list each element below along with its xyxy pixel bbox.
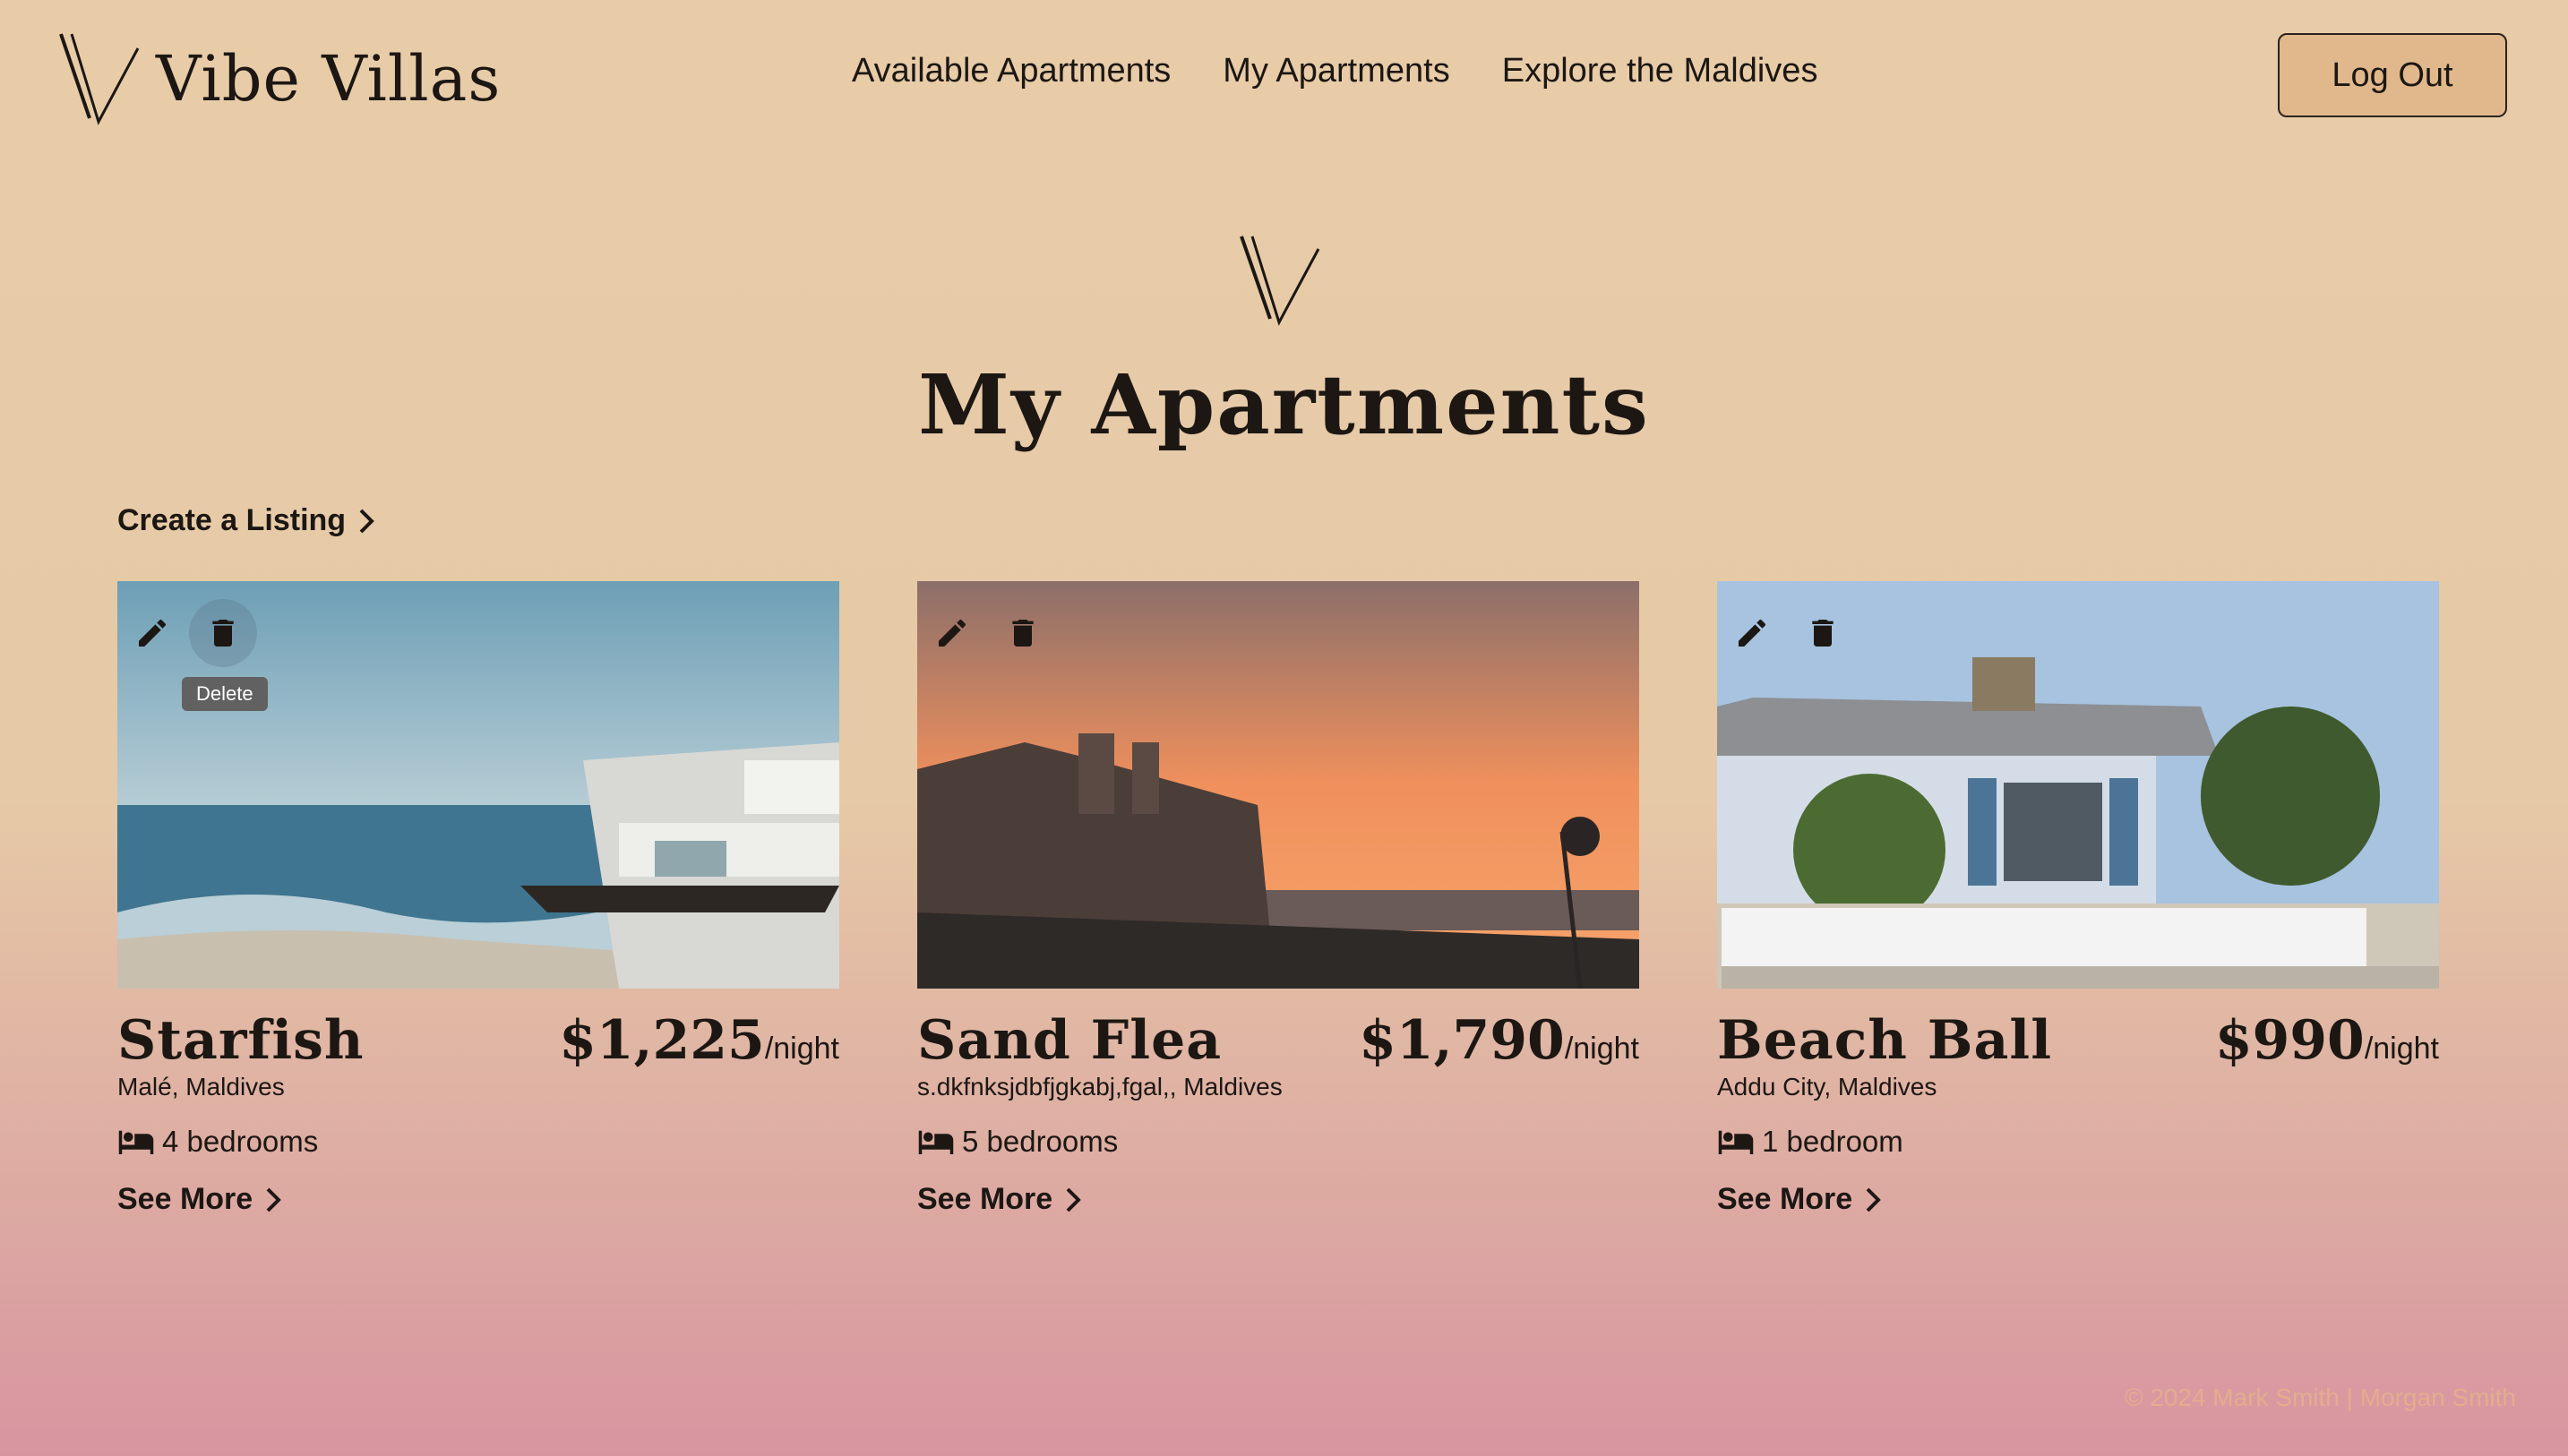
delete-tooltip: Delete: [182, 677, 268, 711]
see-more-link[interactable]: See More: [1717, 1182, 2439, 1217]
trash-icon: [212, 620, 234, 647]
listing-location: s.dkfnksjdbfjgkabj,fgal,, Maldives: [917, 1073, 1283, 1101]
edit-listing-button[interactable]: [918, 599, 986, 667]
main-nav: Available Apartments My Apartments Explo…: [852, 52, 1817, 90]
listing-bedrooms: 4 bedrooms: [117, 1125, 839, 1159]
bedrooms-label: 1 bedroom: [1762, 1125, 1903, 1158]
nav-available-apartments[interactable]: Available Apartments: [852, 52, 1171, 90]
listing-location: Addu City, Maldives: [1717, 1073, 1937, 1101]
nav-explore-maldives[interactable]: Explore the Maldives: [1502, 52, 1818, 90]
pencil-icon: [939, 619, 966, 647]
chevron-right-icon: [266, 1187, 282, 1212]
logout-button[interactable]: Log Out: [2278, 33, 2507, 117]
vv-logo-icon: [59, 33, 140, 125]
price-unit: /night: [1564, 1032, 1639, 1066]
see-more-label: See More: [917, 1182, 1053, 1216]
create-listing-label: Create a Listing: [117, 503, 347, 537]
price-amount: $990: [2214, 1009, 2365, 1072]
listing-bedrooms: 1 bedroom: [1717, 1125, 2439, 1159]
edit-listing-button[interactable]: [1718, 599, 1786, 667]
vv-hero-logo-icon: [1240, 236, 1320, 326]
bedrooms-label: 5 bedrooms: [962, 1125, 1119, 1158]
listing-price: $990 /night: [2215, 1014, 2439, 1067]
chevron-right-icon: [1066, 1187, 1082, 1212]
listing-name: Beach Ball: [1717, 1009, 2052, 1072]
brand-name: Vibe Villas: [156, 42, 502, 116]
listing-card: Sand Flea $1,790 /night s.dkfnksjdbfjgka…: [917, 581, 1639, 1217]
listing-price: $1,225 /night: [559, 1014, 839, 1067]
edit-listing-button[interactable]: [118, 599, 186, 667]
listing-photo[interactable]: [1717, 581, 2439, 989]
bedrooms-label: 4 bedrooms: [162, 1125, 319, 1158]
listing-photo[interactable]: Delete: [117, 581, 839, 989]
delete-listing-button[interactable]: [189, 599, 257, 667]
price-amount: $1,790: [1359, 1009, 1565, 1072]
see-more-label: See More: [117, 1182, 253, 1216]
brand-logo[interactable]: Vibe Villas: [59, 32, 501, 125]
listing-location: Malé, Maldives: [117, 1073, 285, 1101]
pencil-icon: [1739, 619, 1766, 647]
chevron-right-icon: [359, 509, 374, 533]
trash-icon: [1812, 620, 1834, 647]
see-more-label: See More: [1717, 1182, 1853, 1216]
footer-copyright: © 2024 Mark Smith | Morgan Smith: [2124, 1383, 2516, 1411]
create-listing-link[interactable]: Create a Listing: [117, 503, 374, 538]
page-title: My Apartments: [918, 356, 1650, 453]
chevron-right-icon: [1866, 1187, 1882, 1212]
price-amount: $1,225: [559, 1009, 765, 1072]
listing-photo[interactable]: [917, 581, 1639, 989]
listing-name: Starfish: [117, 1009, 365, 1072]
see-more-link[interactable]: See More: [117, 1182, 839, 1217]
price-unit: /night: [2364, 1032, 2439, 1066]
listing-card: Delete Starfish $1,225 /night Malé, Mald…: [117, 581, 839, 1217]
listing-name: Sand Flea: [917, 1009, 1223, 1072]
pencil-icon: [139, 619, 167, 647]
bed-icon: [918, 1130, 954, 1154]
nav-my-apartments[interactable]: My Apartments: [1223, 52, 1449, 90]
listing-card: Beach Ball $990 /night Addu City, Maldiv…: [1717, 581, 2439, 1217]
bed-icon: [118, 1130, 154, 1154]
price-unit: /night: [764, 1032, 839, 1066]
see-more-link[interactable]: See More: [917, 1182, 1639, 1217]
listing-bedrooms: 5 bedrooms: [917, 1125, 1639, 1159]
listing-price: $1,790 /night: [1359, 1014, 1639, 1067]
delete-listing-button[interactable]: [989, 599, 1057, 667]
bed-icon: [1718, 1130, 1754, 1154]
trash-icon: [1012, 620, 1034, 647]
delete-listing-button[interactable]: [1789, 599, 1857, 667]
